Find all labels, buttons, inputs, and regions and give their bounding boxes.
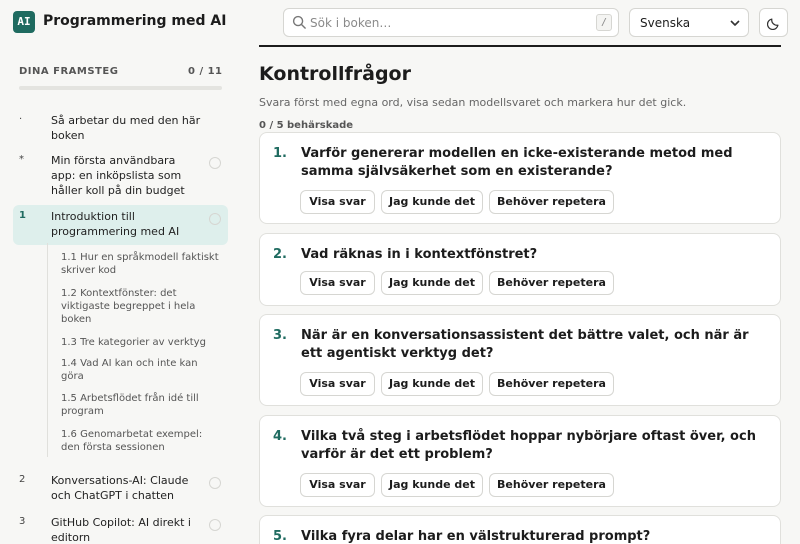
page-subtitle: Svara först med egna ord, visa sedan mod… — [259, 96, 687, 109]
section-link-1-1[interactable]: 1.1 Hur en språkmodell faktiskt skriver … — [61, 251, 221, 277]
chapter-number: 3 — [19, 516, 26, 527]
search-shortcut-hint: / — [596, 14, 612, 31]
chapter-title: Konversations-AI: Claude och ChatGPT i c… — [51, 474, 189, 502]
section-link-1-6[interactable]: 1.6 Genomarbetat exempel: den första ses… — [61, 428, 221, 454]
question-card: 5. Vilka fyra delar har en välstrukturer… — [259, 515, 781, 544]
sidebar: DINA FRAMSTEG 0 / 11 · Så arbetar du med… — [0, 45, 240, 544]
main-content: Kontrollfrågor Svara först med egna ord,… — [259, 45, 781, 544]
search-box[interactable]: / — [283, 8, 619, 37]
chapter-title: Min första användbara app: en inköpslist… — [51, 154, 185, 197]
knew-it-button[interactable]: Jag kunde det — [381, 271, 483, 295]
question-text: Vilka två steg i arbetsflödet hoppar nyb… — [301, 429, 756, 462]
chapter-status-circle — [209, 519, 221, 531]
top-bar: AI Programmering med AI / Svenska — [0, 0, 800, 45]
progress-count: 0 / 11 — [188, 66, 223, 77]
needs-review-button[interactable]: Behöver repetera — [489, 473, 614, 497]
question-number: 2. — [273, 247, 287, 262]
section-link-1-5[interactable]: 1.5 Arbetsflödet från idé till program — [61, 392, 221, 418]
needs-review-button[interactable]: Behöver repetera — [489, 190, 614, 214]
show-answer-button[interactable]: Visa svar — [300, 190, 375, 214]
mastered-count: 0 / 5 behärskade — [259, 120, 354, 131]
search-icon — [292, 15, 306, 29]
search-input[interactable] — [310, 12, 580, 33]
question-text: När är en konversationsassistent det bät… — [301, 328, 749, 361]
chapter-1-sections: 1.1 Hur en språkmodell faktiskt skriver … — [47, 243, 227, 457]
progress-bar — [19, 86, 222, 90]
section-link-1-4[interactable]: 1.4 Vad AI kan och inte kan göra — [61, 357, 221, 383]
sidebar-chapter-3[interactable]: 3 GitHub Copilot: AI direkt i editorn — [13, 511, 228, 544]
question-number: 1. — [273, 146, 287, 161]
question-text: Vad räknas in i kontextfönstret? — [301, 247, 538, 262]
sidebar-chapter-1[interactable]: 1 Introduktion till programmering med AI — [13, 205, 228, 245]
theme-toggle-button[interactable] — [759, 8, 788, 37]
chapter-number: * — [19, 154, 24, 165]
show-answer-button[interactable]: Visa svar — [300, 372, 375, 396]
chapter-status-circle — [209, 213, 221, 225]
page-title: Kontrollfrågor — [259, 63, 411, 85]
question-number: 4. — [273, 429, 287, 444]
knew-it-button[interactable]: Jag kunde det — [381, 190, 483, 214]
show-answer-button[interactable]: Visa svar — [300, 473, 375, 497]
needs-review-button[interactable]: Behöver repetera — [489, 271, 614, 295]
question-number: 5. — [273, 529, 287, 544]
divider — [259, 45, 781, 47]
app-logo[interactable]: AI — [13, 11, 35, 33]
question-text: Varför genererar modellen en icke-existe… — [301, 146, 733, 179]
question-card: 4. Vilka två steg i arbetsflödet hoppar … — [259, 415, 781, 507]
chevron-down-icon — [730, 20, 740, 26]
needs-review-button[interactable]: Behöver repetera — [489, 372, 614, 396]
chapter-title: Så arbetar du med den här boken — [51, 114, 201, 142]
chapter-number: · — [19, 114, 23, 125]
chapter-number: 2 — [19, 474, 26, 485]
chapter-status-circle — [209, 157, 221, 169]
moon-icon — [767, 18, 779, 30]
chapter-title: Introduktion till programmering med AI — [51, 210, 180, 238]
question-card: 2. Vad räknas in i kontextfönstret? Visa… — [259, 233, 781, 306]
question-card: 1. Varför genererar modellen en icke-exi… — [259, 132, 781, 224]
chapter-number: 1 — [19, 210, 26, 221]
chapter-title: GitHub Copilot: AI direkt i editorn — [51, 516, 191, 544]
language-selected: Svenska — [640, 16, 691, 30]
sidebar-chapter-2[interactable]: 2 Konversations-AI: Claude och ChatGPT i… — [13, 469, 228, 503]
show-answer-button[interactable]: Visa svar — [300, 271, 375, 295]
section-link-1-2[interactable]: 1.2 Kontextfönster: det viktigaste begre… — [61, 287, 221, 326]
progress-label: DINA FRAMSTEG — [19, 66, 119, 77]
knew-it-button[interactable]: Jag kunde det — [381, 372, 483, 396]
sidebar-chapter-first-app[interactable]: * Min första användbara app: en inköpsli… — [13, 149, 228, 199]
knew-it-button[interactable]: Jag kunde det — [381, 473, 483, 497]
chapter-status-circle — [209, 477, 221, 489]
question-text: Vilka fyra delar har en välstrukturerad … — [301, 529, 651, 544]
sidebar-chapter-intro[interactable]: · Så arbetar du med den här boken — [13, 109, 228, 143]
section-link-1-3[interactable]: 1.3 Tre kategorier av verktyg — [61, 336, 221, 349]
app-title[interactable]: Programmering med AI — [43, 13, 226, 29]
question-number: 3. — [273, 328, 287, 343]
question-card: 3. När är en konversationsassistent det … — [259, 314, 781, 406]
language-select[interactable]: Svenska — [629, 8, 749, 37]
